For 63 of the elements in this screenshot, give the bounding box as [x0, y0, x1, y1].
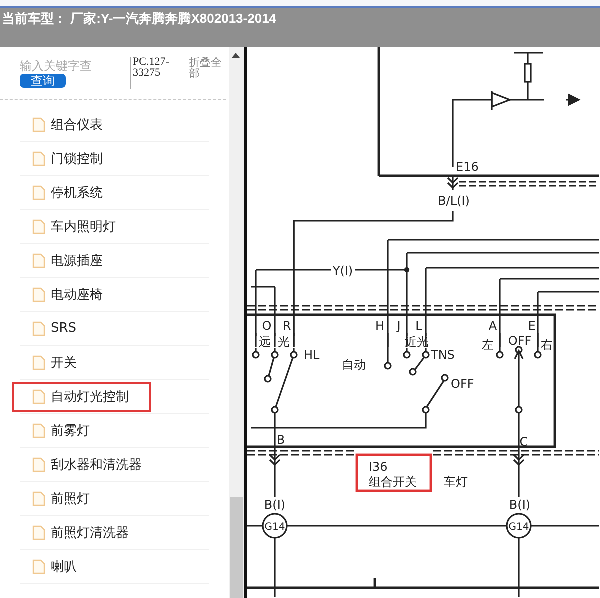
- tree-item[interactable]: 组合仪表: [12, 110, 113, 140]
- diagram-label: C: [520, 435, 528, 449]
- tree-item[interactable]: 门锁控制: [12, 144, 113, 174]
- diagram-label: 自动: [342, 358, 366, 372]
- document-icon: [32, 218, 46, 234]
- tree-item[interactable]: SRS: [12, 314, 87, 342]
- diagram-label: Y(I): [332, 264, 353, 278]
- document-icon: [32, 558, 46, 574]
- diagram-label: R: [282, 319, 291, 333]
- tree-item[interactable]: 车内照明灯: [12, 212, 126, 242]
- document-icon: [32, 286, 46, 302]
- diagram-label: E16: [456, 160, 479, 174]
- diagram-label: B(I): [509, 498, 530, 512]
- search-button[interactable]: 查询: [20, 74, 66, 88]
- diagram-label: E: [528, 319, 536, 333]
- search-field[interactable]: 输入关键字查: [20, 57, 124, 74]
- tree-item[interactable]: 刮水器和清洗器: [12, 450, 152, 480]
- tree-item[interactable]: 前雾灯: [12, 416, 100, 446]
- diagram-label: O: [262, 319, 272, 333]
- diagram-label: 车灯: [444, 475, 468, 489]
- diagram-label: B: [276, 433, 285, 447]
- tree-item[interactable]: 自动灯光控制: [12, 382, 151, 412]
- tree-item[interactable]: 停机系统: [12, 178, 113, 208]
- diagram-label: 远: [258, 335, 271, 349]
- diagram-label: G14: [508, 522, 529, 533]
- document-icon: [32, 150, 46, 166]
- diagram-label: L: [415, 319, 422, 333]
- diagram-label: B(I): [264, 498, 286, 512]
- diagram-label: 右: [540, 338, 553, 352]
- tree-item[interactable]: 喇叭: [12, 552, 87, 582]
- diagram-label: I36: [368, 460, 388, 474]
- document-icon: [32, 116, 46, 132]
- tree-item[interactable]: 前照灯清洗器: [12, 518, 139, 548]
- document-icon: [32, 184, 46, 200]
- vehicle-model-title: 当前车型： 厂家:Y-一汽奔腾奔腾X802013-2014: [2, 10, 277, 28]
- diagram-label: B/L(I): [438, 194, 470, 208]
- tree-item[interactable]: 开关: [12, 348, 87, 378]
- diagram-label: H: [375, 319, 384, 333]
- diagram-label: OFF: [450, 377, 474, 391]
- document-icon: [32, 320, 46, 336]
- diagram-label: 光: [278, 335, 290, 349]
- tree-item[interactable]: 前照灯: [12, 484, 100, 514]
- code-text: PC.127-33275: [130, 57, 177, 89]
- tree-item[interactable]: 电源插座: [12, 246, 113, 276]
- diagram-label: 组合开关: [368, 475, 417, 489]
- tree-item[interactable]: 电动座椅: [12, 280, 113, 310]
- collapse-all-link[interactable]: 折叠全部: [189, 57, 223, 79]
- scrollbar-thumb[interactable]: [230, 497, 243, 598]
- diagram-label: G14: [264, 522, 285, 533]
- document-icon: [32, 354, 46, 370]
- diagram-label: HL: [304, 348, 320, 362]
- document-icon: [32, 252, 46, 268]
- document-icon: [32, 388, 46, 404]
- diagram-label: A: [488, 319, 497, 333]
- document-icon: [32, 456, 46, 472]
- diagram-label: OFF: [508, 334, 532, 348]
- diagram-label: 左: [482, 338, 494, 352]
- document-icon: [32, 422, 46, 438]
- scrollbar[interactable]: [228, 47, 244, 598]
- diagram-label: TNS: [430, 348, 455, 362]
- diagram-label: J: [397, 319, 401, 333]
- document-icon: [32, 490, 46, 506]
- document-icon: [32, 524, 46, 540]
